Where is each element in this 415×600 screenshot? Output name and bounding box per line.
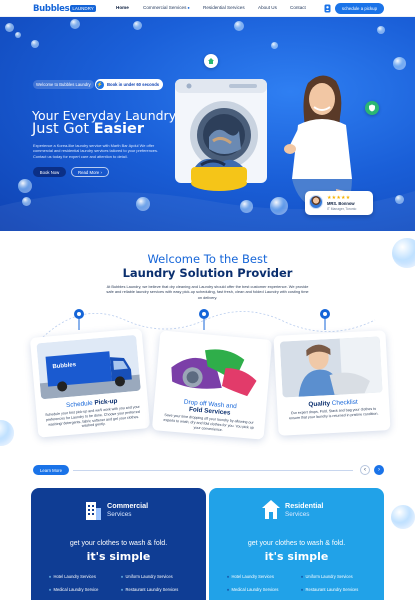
laundry-clothes-image: [161, 336, 266, 402]
bubble-decoration: [31, 40, 39, 48]
hero-title-prefix: Just Got: [32, 121, 94, 137]
hero-title-emphasis: Easier: [93, 121, 144, 137]
welcome-subheading: Laundry Solution Provider: [122, 266, 293, 280]
top-navigation: Bubbles LAUNDRY Home Commercial Services…: [0, 0, 415, 17]
book-now-button[interactable]: Book Now: [33, 167, 66, 177]
service-list-item[interactable]: Hotel Laundry Services: [49, 574, 96, 579]
reviewer-avatar: [309, 195, 323, 209]
review-card: ★★★★★ MRS. Bonnow IT Manager, Toronto: [305, 191, 373, 215]
bubble-decoration: [395, 195, 404, 204]
bubble-decoration: [393, 57, 406, 70]
bubble-decoration: [133, 21, 142, 30]
nav-residential-services[interactable]: Residential Services: [203, 5, 245, 10]
hero-title-line2: Just Got Easier: [32, 121, 144, 137]
welcome-pill: Welcome to Bubbles Laundry: [33, 80, 94, 89]
step-card-quality-checklist: Quality Checklist Our expert drops, Fold…: [273, 330, 391, 436]
next-slide-button[interactable]: ›: [374, 465, 384, 475]
bubble-decoration: [377, 26, 385, 34]
bubble-decoration: [136, 197, 150, 211]
service-list-item[interactable]: Uniform Laundry Services: [301, 574, 353, 579]
location-pin-icon: [320, 309, 330, 330]
lightning-icon: ⚡: [96, 80, 104, 89]
welcome-heading: Welcome To the Best: [147, 252, 268, 266]
service-list-item[interactable]: Medical Laundry Services: [227, 587, 279, 592]
step-card-schedule-pickup: Bubbles Schedule Pick-up Schedule your f…: [29, 328, 151, 438]
chevron-right-icon: ›: [378, 467, 380, 473]
divider: [73, 470, 353, 471]
panel-subtitle: Services: [285, 511, 310, 518]
read-more-button[interactable]: Read More ›: [71, 167, 109, 177]
card-title-bold: Quality: [308, 400, 331, 409]
step-card-drop-off: Drop off Wash and Fold Services Save you…: [151, 330, 273, 440]
bubble-decoration: [5, 23, 14, 32]
card-title-bold: Pick-up: [94, 397, 118, 407]
nav-commercial-label: Commercial Services: [143, 5, 187, 10]
bubble-decoration: [0, 420, 14, 446]
panel-tagline-bold: it's simple: [86, 550, 151, 563]
nav-home[interactable]: Home: [116, 5, 129, 10]
bubble-decoration: [271, 42, 278, 49]
schedule-pickup-button[interactable]: schedule a pickup: [335, 3, 384, 14]
bubble-decoration: [15, 32, 21, 38]
building-icon: [86, 502, 101, 520]
nav-about-us[interactable]: About Us: [258, 5, 277, 10]
shield-badge-icon: [365, 101, 379, 115]
book-pill[interactable]: ⚡ Book in under 60 seconds: [95, 79, 164, 90]
bubble-decoration: [22, 197, 31, 206]
welcome-paragraph: At Bubbles Laundry, we believe that dry …: [106, 284, 309, 300]
user-icon[interactable]: [324, 4, 331, 13]
location-pin-icon: [199, 309, 209, 330]
chevron-left-icon: ‹: [364, 467, 366, 473]
panel-title: Commercial: [107, 501, 149, 510]
house-badge-icon: [204, 54, 218, 68]
book-pill-label: Book in under 60 seconds: [107, 82, 160, 87]
hero-section: Welcome to Bubbles Laundry ⚡ Book in und…: [0, 17, 415, 231]
commercial-services-panel[interactable]: Commercial Services get your clothes to …: [31, 488, 206, 600]
panel-tagline: get your clothes to wash & fold.: [69, 540, 168, 547]
reviewer-name: MRS. Bonnow: [327, 201, 355, 206]
card-title-light: Checklist: [329, 398, 358, 408]
logo-wordmark: Bubbles: [33, 3, 70, 14]
service-list-item[interactable]: Hotel Laundry Services: [227, 574, 274, 579]
card-title-light: Schedule: [65, 399, 95, 410]
panel-tagline: get your clothes to wash & fold.: [247, 540, 346, 547]
bubble-decoration: [240, 200, 253, 213]
delivery-van-image: Bubbles: [36, 334, 141, 400]
reviewer-role: IT Manager, Toronto: [327, 206, 357, 211]
residential-services-panel[interactable]: Residential Services get your clothes to…: [209, 488, 384, 600]
service-list-item[interactable]: Restaurant Laundry Services: [301, 587, 359, 592]
bubble-decoration: [18, 179, 32, 193]
learn-more-button[interactable]: Learn More: [33, 465, 69, 475]
panel-tagline-bold: it's simple: [264, 550, 329, 563]
nav-contact[interactable]: Contact: [290, 5, 306, 10]
bubble-decoration: [70, 19, 80, 29]
hero-description: Experience a Korea-like laundry service …: [33, 143, 158, 159]
laundry-worker-image: [279, 336, 383, 398]
location-pin-icon: [74, 309, 84, 330]
panel-title: Residential: [285, 501, 324, 510]
logo-tag: LAUNDRY: [70, 5, 96, 12]
dropdown-plus-icon: ●: [187, 5, 190, 10]
service-list-item[interactable]: Uniform Laundry Services: [121, 574, 173, 579]
previous-slide-button[interactable]: ‹: [360, 465, 370, 475]
bubble-decoration: [234, 21, 244, 31]
bubble-decoration: [391, 505, 415, 529]
service-list-item[interactable]: Restaurant Laundry Services: [121, 587, 179, 592]
house-icon: [262, 500, 280, 519]
washing-machine-image: [175, 79, 267, 191]
nav-commercial-services[interactable]: Commercial Services●: [143, 5, 190, 10]
service-list-item[interactable]: Medical Laundry Service: [49, 587, 99, 592]
panel-subtitle: Services: [107, 511, 132, 518]
logo[interactable]: Bubbles LAUNDRY: [33, 3, 96, 14]
